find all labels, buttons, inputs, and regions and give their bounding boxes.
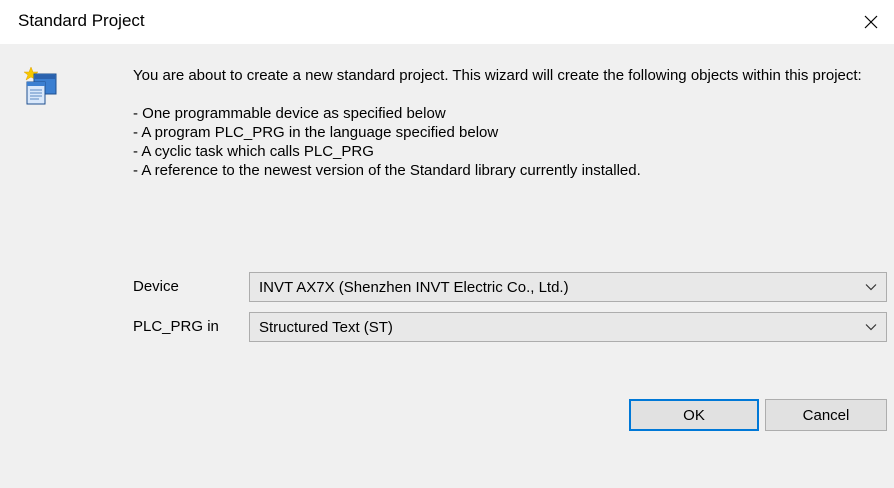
close-button[interactable] [848,0,894,44]
message-item-device: - One programmable device as specified b… [133,105,446,122]
standard-project-dialog: Standard Project You are about to create… [0,0,894,488]
close-icon [864,15,878,29]
message-intro: You are about to create a new standard p… [133,67,862,84]
device-label: Device [133,278,179,295]
plc-prg-label: PLC_PRG in [133,318,219,335]
chevron-down-icon [865,324,877,331]
dialog-body: You are about to create a new standard p… [0,44,894,488]
chevron-down-icon [865,284,877,291]
message-item-program: - A program PLC_PRG in the language spec… [133,124,499,141]
ok-button[interactable]: OK [629,399,759,431]
device-select-value: INVT AX7X (Shenzhen INVT Electric Co., L… [259,279,569,296]
project-wizard-icon [23,66,57,105]
cancel-button[interactable]: Cancel [765,399,887,431]
title-bar: Standard Project [0,0,894,44]
language-select[interactable]: Structured Text (ST) [249,312,887,342]
message-item-library: - A reference to the newest version of t… [133,162,641,179]
wizard-message: You are about to create a new standard p… [133,66,863,180]
dialog-title: Standard Project [18,11,145,30]
message-item-task: - A cyclic task which calls PLC_PRG [133,143,374,160]
language-select-value: Structured Text (ST) [259,319,393,336]
device-select[interactable]: INVT AX7X (Shenzhen INVT Electric Co., L… [249,272,887,302]
